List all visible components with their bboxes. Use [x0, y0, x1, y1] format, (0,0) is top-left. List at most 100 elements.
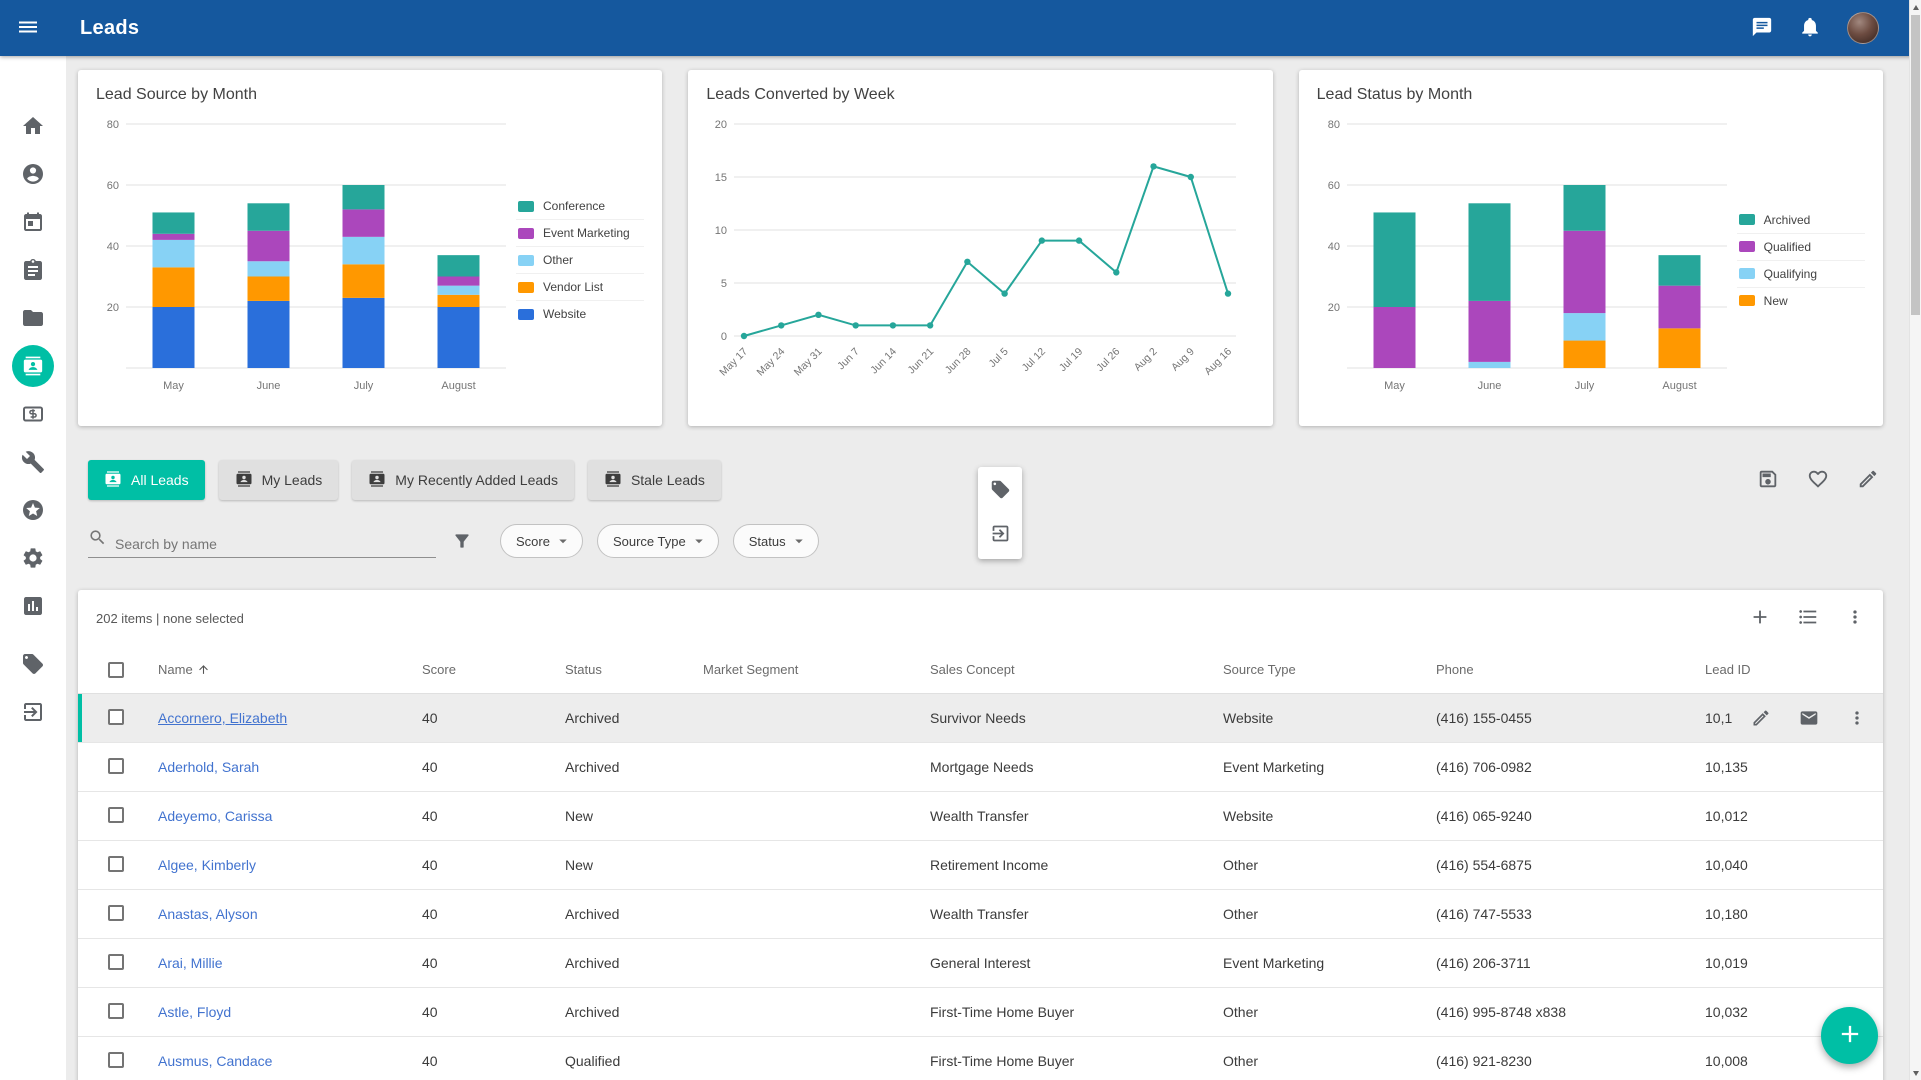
name-cell: Adeyemo, Carissa — [158, 808, 422, 824]
column-header-name[interactable]: Name — [158, 662, 422, 677]
avatar[interactable] — [1847, 12, 1879, 44]
svg-text:June: June — [1477, 380, 1501, 392]
row-checkbox[interactable] — [108, 807, 124, 823]
view-chip-all-leads[interactable]: All Leads — [88, 460, 205, 500]
lead-name-link[interactable]: Accornero, Elizabeth — [158, 710, 287, 726]
lead-name-link[interactable]: Astle, Floyd — [158, 1004, 231, 1020]
row-checkbox[interactable] — [108, 1052, 124, 1068]
row-checkbox[interactable] — [108, 905, 124, 921]
sidebar-item-documents[interactable] — [9, 294, 57, 342]
table-row[interactable]: Accornero, Elizabeth40ArchivedSurvivor N… — [78, 694, 1883, 743]
main-content: Lead Source by Month 20406080MayJuneJuly… — [66, 56, 1921, 1080]
filter-dropdown-status[interactable]: Status — [733, 524, 819, 558]
appbar: Leads — [0, 0, 1921, 56]
table-row[interactable]: Adeyemo, Carissa40NewWealth TransferWebs… — [78, 792, 1883, 841]
legend-swatch — [518, 255, 534, 266]
column-header-lead-id[interactable]: Lead ID — [1705, 662, 1867, 677]
legend-item-new: New — [1737, 288, 1865, 314]
lead-name-link[interactable]: Anastas, Alyson — [158, 906, 258, 922]
lead-name-link[interactable]: Adeyemo, Carissa — [158, 808, 272, 824]
sidebar-item-calendar[interactable] — [9, 198, 57, 246]
sidebar-item-favorites[interactable] — [9, 486, 57, 534]
edit-lead-icon[interactable] — [1751, 708, 1771, 728]
sidebar-item-account[interactable] — [9, 150, 57, 198]
lead-name-link[interactable]: Algee, Kimberly — [158, 857, 256, 873]
table-row[interactable]: Astle, Floyd40ArchivedFirst-Time Home Bu… — [78, 988, 1883, 1037]
sidebar-item-exit[interactable] — [9, 688, 57, 736]
name-cell: Astle, Floyd — [158, 1004, 422, 1020]
row-checkbox[interactable] — [108, 709, 124, 725]
row-checkbox[interactable] — [108, 856, 124, 872]
sidebar-item-tags[interactable] — [9, 640, 57, 688]
sidebar-item-payments[interactable] — [9, 390, 57, 438]
chart-card-lead-status-by-month: Lead Status by Month 20406080MayJuneJuly… — [1299, 70, 1883, 426]
lead-id-cell: 10,019 — [1705, 955, 1867, 971]
scroll-down-icon[interactable] — [1910, 1066, 1921, 1080]
menu-icon[interactable] — [16, 15, 40, 42]
row-checkbox[interactable] — [108, 1003, 124, 1019]
column-header-market-segment[interactable]: Market Segment — [703, 662, 930, 677]
contacts-icon — [604, 470, 622, 491]
column-header-source-type[interactable]: Source Type — [1223, 662, 1436, 677]
sidebar — [0, 56, 66, 1080]
scrollbar[interactable] — [1909, 0, 1921, 1080]
notifications-icon[interactable] — [1799, 16, 1821, 41]
sort-asc-icon — [197, 663, 210, 676]
view-chip-stale-leads[interactable]: Stale Leads — [588, 460, 721, 500]
column-header-phone[interactable]: Phone — [1436, 662, 1705, 677]
add-column-icon[interactable] — [1749, 606, 1771, 631]
sidebar-item-leads[interactable] — [9, 342, 57, 390]
column-header-score[interactable]: Score — [422, 662, 565, 677]
legend-swatch — [1739, 295, 1755, 306]
chat-icon[interactable] — [1751, 16, 1773, 41]
view-chip-my-recently-added-leads[interactable]: My Recently Added Leads — [352, 460, 574, 500]
table-row[interactable]: Ausmus, Candace40QualifiedFirst-Time Hom… — [78, 1037, 1883, 1080]
table-kebab-icon[interactable] — [1845, 607, 1865, 630]
sidebar-item-home[interactable] — [9, 102, 57, 150]
sidebar-item-settings[interactable] — [9, 534, 57, 582]
email-lead-icon[interactable] — [1799, 708, 1819, 728]
sales-concept-cell: General Interest — [930, 955, 1223, 971]
column-header-sales-concept[interactable]: Sales Concept — [930, 662, 1223, 677]
lead-name-link[interactable]: Ausmus, Candace — [158, 1053, 272, 1069]
search-input[interactable] — [115, 536, 436, 552]
table-row[interactable]: Algee, Kimberly40NewRetirement IncomeOth… — [78, 841, 1883, 890]
scroll-up-icon[interactable] — [1910, 0, 1921, 14]
edit-view-icon[interactable] — [1857, 468, 1879, 493]
legend-swatch — [1739, 214, 1755, 225]
view-chip-my-leads[interactable]: My Leads — [219, 460, 339, 500]
save-view-icon[interactable] — [1757, 468, 1779, 493]
column-header-status[interactable]: Status — [565, 662, 703, 677]
table-body: Accornero, Elizabeth40ArchivedSurvivor N… — [78, 694, 1883, 1080]
lead-name-link[interactable]: Aderhold, Sarah — [158, 759, 259, 775]
legend-swatch — [1739, 268, 1755, 279]
svg-text:Jun 14: Jun 14 — [869, 346, 900, 377]
row-kebab-icon[interactable] — [1847, 708, 1867, 728]
phone-cell: (416) 921-8230 — [1436, 1053, 1705, 1069]
legend-label: Event Marketing — [543, 226, 630, 240]
table-row[interactable]: Aderhold, Sarah40ArchivedMortgage NeedsE… — [78, 743, 1883, 792]
add-lead-fab[interactable] — [1821, 1007, 1878, 1064]
favorite-icon[interactable] — [1807, 468, 1829, 493]
filter-icon[interactable] — [452, 531, 472, 551]
sidebar-item-reports[interactable] — [9, 582, 57, 630]
table-row[interactable]: Arai, Millie40ArchivedGeneral InterestEv… — [78, 939, 1883, 988]
chevron-down-icon — [790, 532, 808, 550]
scrollbar-thumb[interactable] — [1911, 15, 1920, 315]
svg-text:May: May — [163, 380, 184, 392]
table-row[interactable]: Anastas, Alyson40ArchivedWealth Transfer… — [78, 890, 1883, 939]
row-checkbox[interactable] — [108, 758, 124, 774]
sidebar-item-tools[interactable] — [9, 438, 57, 486]
exit-to-app-icon[interactable] — [990, 523, 1011, 547]
tags-icon[interactable] — [990, 479, 1011, 503]
filter-dropdown-source-type[interactable]: Source Type — [597, 524, 719, 558]
select-all-checkbox[interactable] — [108, 662, 124, 678]
contacts-icon — [104, 470, 122, 491]
svg-text:Jul 26: Jul 26 — [1094, 346, 1122, 374]
row-checkbox[interactable] — [108, 954, 124, 970]
sales-concept-cell: Wealth Transfer — [930, 906, 1223, 922]
list-view-icon[interactable] — [1797, 606, 1819, 631]
lead-name-link[interactable]: Arai, Millie — [158, 955, 223, 971]
sidebar-item-tasks[interactable] — [9, 246, 57, 294]
filter-dropdown-score[interactable]: Score — [500, 524, 583, 558]
